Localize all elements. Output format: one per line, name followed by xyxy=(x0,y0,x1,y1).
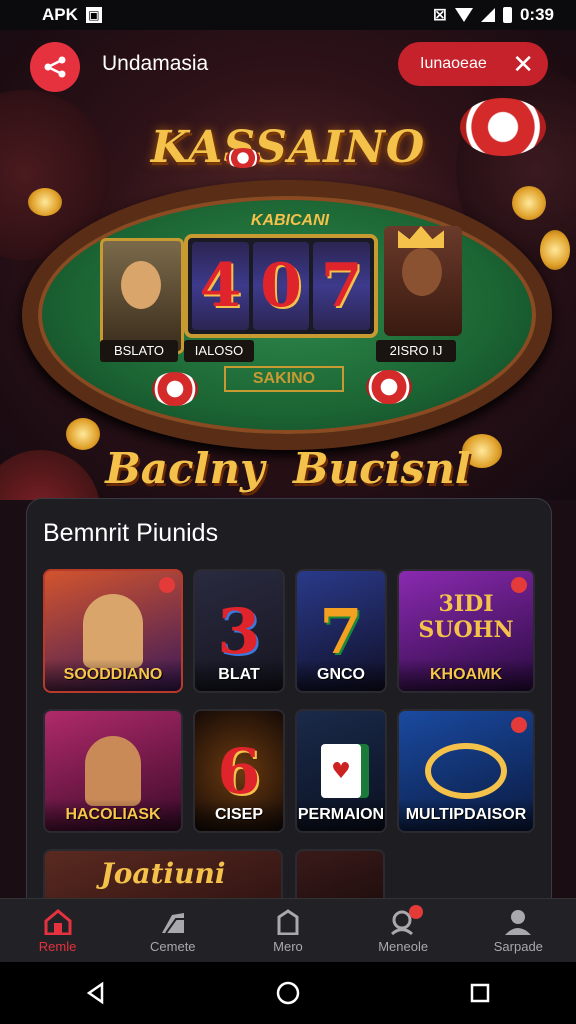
poker-chip-icon xyxy=(226,148,260,168)
playing-card-icon: ♥ xyxy=(321,744,361,798)
home-icon xyxy=(44,908,72,935)
header-pill-label: Iunaoeae xyxy=(420,55,487,72)
status-left: APK ▣ xyxy=(42,5,102,25)
cards-icon xyxy=(161,912,184,934)
status-right: ⊠ 0:39 xyxy=(433,5,554,25)
signal-icon xyxy=(480,8,495,22)
table-plate: SAKINO xyxy=(224,366,344,392)
bottom-nav: Remle Cemete Mero Meneole Sarpade xyxy=(0,898,576,963)
game-tile[interactable]: 3IDI SUOHN KHOAMK xyxy=(397,569,535,693)
poker-chip-icon xyxy=(152,372,198,406)
badge-dot xyxy=(159,577,175,593)
close-icon[interactable]: ✕ xyxy=(512,51,534,77)
status-bar: APK ▣ ⊠ 0:39 xyxy=(0,0,576,30)
status-time: 0:39 xyxy=(519,5,554,24)
game-label: PERMAION xyxy=(297,799,385,831)
player-label: BSLATO xyxy=(100,340,178,362)
pentagon-icon xyxy=(277,908,299,935)
game-tile[interactable]: 6 CISEP xyxy=(193,709,285,833)
status-carrier: APK xyxy=(42,5,78,24)
game-label: BLAT xyxy=(195,659,283,691)
badge-dot xyxy=(511,577,527,593)
nav-label: Remle xyxy=(38,938,77,954)
nav-item-home[interactable]: Remle xyxy=(8,908,108,954)
nfc-icon: ⊠ xyxy=(432,5,447,24)
slot-reel: 4 xyxy=(192,242,249,330)
nav-label: Mero xyxy=(273,938,303,954)
game-label: SOODDIANO xyxy=(45,659,181,691)
share-icon xyxy=(44,56,66,78)
nav-item-profile[interactable]: Sarpade xyxy=(468,909,568,954)
game-tile[interactable]: 7 GNCO xyxy=(295,569,387,693)
game-tile[interactable]: SOODDIANO xyxy=(43,569,183,693)
game-tile[interactable]: ♥ PERMAION xyxy=(295,709,387,833)
games-panel: Bemnrit Piunids SOODDIANO 3 BLAT 7 GNCO … xyxy=(26,498,552,920)
game-label: GNCO xyxy=(297,659,385,691)
recents-icon[interactable] xyxy=(468,981,492,1005)
nav-label: Meneole xyxy=(378,938,429,954)
game-label: MULTIPDAISOR xyxy=(399,799,533,831)
nav-item-more[interactable]: Mero xyxy=(238,908,338,954)
slot-reels: 4 0 7 xyxy=(184,234,378,338)
back-icon[interactable] xyxy=(84,981,108,1005)
header-pill-button[interactable]: Iunaoeae ✕ xyxy=(398,42,548,86)
character-face xyxy=(121,261,161,309)
hero-subtitle: Baclny Bucisnl xyxy=(105,444,471,493)
game-tile[interactable]: 3 BLAT xyxy=(193,569,285,693)
player-portrait-left xyxy=(100,238,184,354)
home-circle-icon[interactable] xyxy=(275,980,301,1006)
nav-item-games[interactable]: Cemete xyxy=(123,909,223,954)
app-title: Undamasia xyxy=(102,52,209,75)
share-button[interactable] xyxy=(30,42,80,92)
poker-chip-icon xyxy=(366,370,412,404)
nav-label: Cemete xyxy=(150,938,196,954)
poker-chip-icon xyxy=(460,98,546,156)
section-title: Bemnrit Piunids xyxy=(43,519,219,547)
hero-banner[interactable]: KASSAINO KABICANI 4 0 7 BSLATO IALOSO 2I… xyxy=(0,30,576,500)
battery-icon xyxy=(502,7,512,23)
notification-icon: ▣ xyxy=(85,7,102,23)
profile-icon xyxy=(505,909,532,935)
game-tile[interactable]: HACOLIASK xyxy=(43,709,183,833)
game-label: HACOLIASK xyxy=(45,799,181,831)
player-label: 2ISRO IJ xyxy=(376,340,456,362)
king-character xyxy=(384,226,462,336)
gold-coin-icon xyxy=(512,186,546,220)
badge-dot xyxy=(511,717,527,733)
slot-reel: 0 xyxy=(252,242,310,330)
crown-icon xyxy=(398,226,444,248)
slot-reel: 7 xyxy=(313,242,371,330)
game-label: KHOAMK xyxy=(399,659,533,691)
nav-item-messages[interactable]: Meneole xyxy=(353,904,453,954)
player-label: IALOSO xyxy=(184,340,254,362)
game-label: Joatiuni xyxy=(100,857,226,890)
gold-coin-icon xyxy=(28,188,62,216)
nav-label: Sarpade xyxy=(493,938,543,954)
game-label: CISEP xyxy=(195,799,283,831)
system-nav-bar xyxy=(0,962,576,1024)
slot-banner: KABICANI xyxy=(250,212,330,229)
character-face xyxy=(402,248,442,296)
wifi-icon xyxy=(454,8,473,22)
game-tile[interactable]: MULTIPDAISOR xyxy=(397,709,535,833)
notification-badge xyxy=(409,904,424,919)
gold-coin-icon xyxy=(540,230,570,270)
